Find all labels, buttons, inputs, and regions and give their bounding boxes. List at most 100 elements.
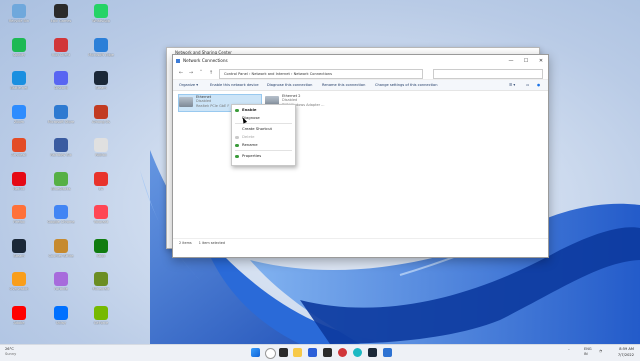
desktop-icon[interactable]: WhatsApp — [86, 4, 116, 23]
desktop-icon[interactable]: Counter-Strike — [46, 238, 76, 258]
file-explorer-icon[interactable] — [293, 348, 302, 357]
desktop-icon[interactable]: Steam — [4, 238, 34, 258]
app-icon — [94, 305, 108, 320]
shield-icon — [235, 135, 239, 139]
app-icon — [12, 171, 26, 186]
address-path[interactable]: Control Panel › Network and Internet › N… — [219, 68, 423, 79]
window-titlebar[interactable]: Network Connections — ☐ ✕ — [173, 55, 548, 67]
menu-item-delete: Delete — [232, 133, 295, 141]
mail-icon[interactable] — [308, 348, 317, 357]
up-arrow-icon[interactable]: ↑ — [207, 69, 215, 77]
clock-time: 8:59 AM — [619, 347, 634, 351]
desktop-icon-label: Microsoft Store — [47, 119, 75, 124]
desktop-icon[interactable]: Roblox — [86, 138, 116, 157]
desktop-icon-label: Google Chrome — [47, 220, 75, 224]
app-icon — [94, 205, 108, 219]
desktop-icon-label: Valorant — [93, 220, 109, 224]
desktop-icon[interactable]: Among Us — [86, 104, 116, 124]
change-settings-button[interactable]: Change settings of this connection — [375, 80, 437, 90]
desktop-icon[interactable]: Microsoft Edge — [86, 37, 116, 57]
enable-device-button[interactable]: Enable this network device — [210, 80, 259, 90]
task-view-icon[interactable] — [279, 348, 288, 357]
desktop-icon[interactable]: Uplay — [46, 305, 76, 325]
desktop-icon[interactable]: Microsoft Store — [46, 104, 76, 124]
preview-pane-icon[interactable]: ▭ — [526, 80, 529, 90]
app-icon — [54, 4, 68, 18]
network-connections-window[interactable]: Network Connections — ☐ ✕ ← → ˅ ↑ Contro… — [172, 54, 549, 258]
edge-icon[interactable] — [353, 348, 362, 357]
desktop-icon-label: Roblox — [95, 153, 107, 157]
desktop-icon[interactable]: GeForce — [86, 305, 116, 325]
steam-icon[interactable] — [368, 348, 377, 357]
desktop-icon[interactable]: BlueStacks — [46, 171, 76, 191]
item-count: 2 items — [179, 241, 192, 245]
menu-item-rename[interactable]: Rename — [232, 141, 295, 149]
app-icon — [12, 305, 26, 320]
app-icon — [12, 37, 26, 52]
riot-client-icon[interactable] — [338, 348, 347, 357]
desktop-icon[interactable]: Steam — [86, 71, 116, 90]
desktop-icon[interactable]: Adobe — [4, 305, 34, 325]
desktop-icon-label: Fortnite — [54, 287, 68, 291]
window-title: Network Connections — [183, 58, 228, 63]
desktop-icon-label: Riot Client — [51, 52, 71, 57]
desktop-icon[interactable]: EA — [86, 171, 116, 191]
desktop-icon[interactable]: Minecraft — [86, 272, 116, 291]
tray-overflow-icon[interactable]: ˄ — [568, 349, 570, 353]
desktop-icon[interactable]: Spotify — [4, 37, 34, 57]
search-input[interactable] — [433, 68, 543, 79]
desktop-icon[interactable]: Xbox — [86, 238, 116, 258]
search-icon[interactable] — [265, 348, 276, 359]
weather-widget[interactable]: 26°C Sunny — [5, 347, 16, 357]
close-button[interactable]: ✕ — [534, 55, 548, 67]
control-panel-icon[interactable] — [383, 348, 392, 357]
desktop-icon-label: Recycle Bin — [8, 19, 30, 23]
desktop-icon[interactable]: Anydesk — [4, 138, 34, 157]
forward-arrow-icon[interactable]: → — [187, 69, 195, 77]
view-options-icon[interactable]: ☰ ▾ — [509, 80, 515, 90]
clock[interactable]: 8:59 AM 7/7/2022 — [618, 347, 634, 358]
desktop-icon[interactable]: Recycle Bin — [4, 4, 34, 23]
desktop-icon[interactable]: Riot Client — [46, 37, 76, 57]
desktop-icon[interactable]: Netflix — [4, 171, 34, 191]
desktop-icon[interactable]: Epic Games — [46, 4, 76, 23]
menu-item-create-shortcut[interactable]: Create Shortcut — [232, 125, 295, 133]
app-icon — [54, 104, 68, 119]
desktop-icon[interactable]: Zoom — [4, 104, 34, 124]
desktop-icon-label: Zoom — [13, 119, 25, 124]
diagnose-connection-button[interactable]: Diagnose this connection — [267, 80, 312, 90]
maximize-button[interactable]: ☐ — [519, 55, 533, 67]
desktop-icon-label: Rainbow Six — [50, 153, 72, 157]
wifi-icon[interactable]: ◔ — [599, 349, 602, 353]
start-icon[interactable] — [251, 348, 260, 357]
app-icon — [94, 238, 108, 253]
recent-locations-icon[interactable]: ˅ — [197, 69, 205, 77]
clock-date: 7/7/2022 — [617, 352, 634, 357]
app-icon — [12, 104, 26, 119]
desktop-icon[interactable]: Rainbow Six — [46, 138, 76, 157]
desktop-icon-label: Spotify — [12, 52, 26, 57]
minimize-button[interactable]: — — [504, 55, 518, 67]
desktop-icon-label: Microsoft Edge — [88, 52, 114, 57]
desktop-icon[interactable]: Fortnite — [46, 272, 76, 291]
app-icon — [12, 272, 26, 286]
language-indicator[interactable]: ENG IN — [584, 347, 592, 356]
connections-list: Ethernet Disabled Realtek PCIe GbE F Eth… — [173, 91, 548, 248]
menu-item-properties[interactable]: Properties — [232, 152, 295, 160]
rename-connection-button[interactable]: Rename this connection — [322, 80, 365, 90]
desktop-icon[interactable]: Battle.net — [4, 71, 34, 90]
desktop-icon-label: Xbox — [96, 253, 106, 258]
desktop-icon[interactable]: Overwatch — [4, 272, 34, 291]
desktop-icon[interactable]: Discord — [46, 71, 76, 90]
shield-icon — [235, 143, 239, 147]
menu-item-enable[interactable]: Enable — [232, 106, 295, 114]
app-icon — [54, 71, 68, 85]
back-arrow-icon[interactable]: ← — [177, 69, 185, 77]
app-icon — [54, 205, 68, 219]
help-icon[interactable]: ● — [537, 80, 540, 90]
desktop-icon[interactable]: Google Chrome — [46, 205, 76, 224]
organize-menu[interactable]: Organize ▾ — [179, 80, 198, 90]
desktop-icon[interactable]: Firefox — [4, 205, 34, 224]
store-icon[interactable] — [323, 348, 332, 357]
desktop-icon[interactable]: Valorant — [86, 205, 116, 224]
